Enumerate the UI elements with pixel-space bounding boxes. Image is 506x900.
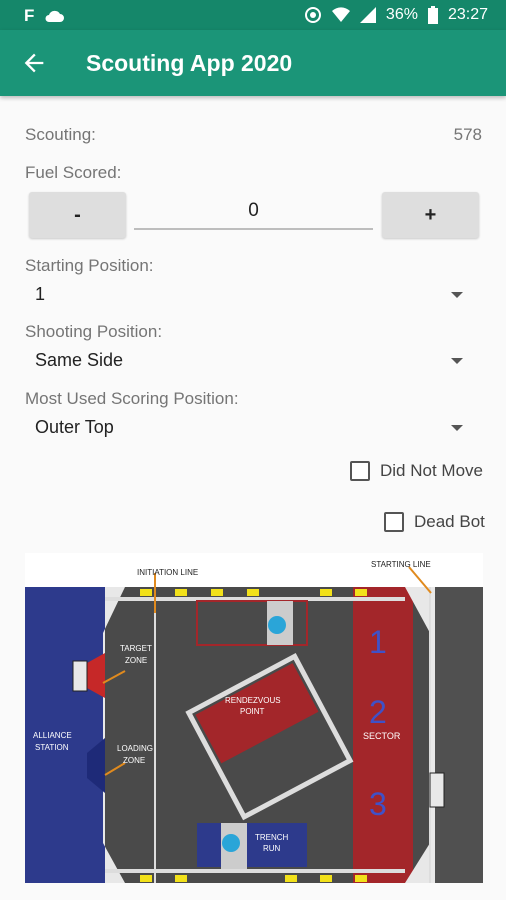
field-map-image[interactable]: INITIATION LINE STARTING LINE TARGET ZON… xyxy=(25,553,483,883)
starting-position-label: Starting Position: xyxy=(25,256,154,275)
shooting-position-dropdown[interactable]: Same Side xyxy=(25,346,471,376)
target-zone-label-1: TARGET xyxy=(120,644,152,653)
sector-number-2: 2 xyxy=(369,694,387,730)
back-arrow-icon[interactable] xyxy=(20,49,48,77)
app-bar: Scouting App 2020 xyxy=(0,30,506,96)
app-title: Scouting App 2020 xyxy=(86,50,293,76)
trench-run-label-1: TRENCH xyxy=(255,833,289,842)
scouting-label: Scouting: xyxy=(25,125,96,144)
shooting-position-label: Shooting Position: xyxy=(25,322,163,341)
trench-run-label-2: RUN xyxy=(263,844,281,853)
rendezvous-point-label-2: POINT xyxy=(240,707,265,716)
dropdown-arrow-icon xyxy=(451,425,463,431)
shooting-position-value: Same Side xyxy=(35,350,124,370)
starting-position-value: 1 xyxy=(35,284,46,304)
checkbox-box[interactable] xyxy=(384,512,404,532)
rendezvous-point-label-1: RENDEZVOUS xyxy=(225,696,281,705)
sector-number-3: 3 xyxy=(369,786,387,822)
cloud-icon xyxy=(45,10,65,22)
fuel-scored-input[interactable]: 0 xyxy=(134,196,373,230)
dropdown-arrow-icon xyxy=(451,358,463,364)
clock: 23:27 xyxy=(447,6,488,23)
alliance-station-label-2: STATION xyxy=(35,743,69,752)
did-not-move-checkbox[interactable]: Did Not Move xyxy=(350,461,483,481)
initiation-line-label: INITIATION LINE xyxy=(137,568,198,577)
sector-number-1: 1 xyxy=(369,624,387,660)
battery-icon xyxy=(427,6,438,24)
wifi-icon xyxy=(331,7,350,23)
starting-line-label: STARTING LINE xyxy=(371,560,431,569)
checkbox-box[interactable] xyxy=(350,461,370,481)
did-not-move-label: Did Not Move xyxy=(380,461,483,480)
target-zone-label-2: ZONE xyxy=(125,656,147,665)
status-bar: F 36% 23:27 xyxy=(0,0,506,30)
decrement-button[interactable]: - xyxy=(29,192,126,238)
loading-zone-label-1: LOADING xyxy=(117,744,153,753)
dead-bot-label: Dead Bot xyxy=(414,512,485,531)
fuel-scored-label: Fuel Scored: xyxy=(25,163,122,182)
alliance-station-label-1: ALLIANCE xyxy=(33,731,72,740)
battery-percent: 36% xyxy=(385,6,418,23)
most-used-position-label: Most Used Scoring Position: xyxy=(25,389,239,408)
dropdown-arrow-icon xyxy=(451,292,463,298)
starting-position-dropdown[interactable]: 1 xyxy=(25,280,471,310)
most-used-position-dropdown[interactable]: Outer Top xyxy=(25,413,471,443)
loading-zone-label-2: ZONE xyxy=(123,756,145,765)
scouting-team-number: 578 xyxy=(453,125,482,144)
sync-icon xyxy=(304,7,321,23)
sector-label: SECTOR xyxy=(363,731,401,741)
dead-bot-checkbox[interactable]: Dead Bot xyxy=(384,512,485,532)
signal-icon xyxy=(359,7,376,23)
most-used-position-value: Outer Top xyxy=(35,417,114,437)
increment-button[interactable]: + xyxy=(382,192,479,238)
flipboard-notification-icon: F xyxy=(24,6,35,25)
